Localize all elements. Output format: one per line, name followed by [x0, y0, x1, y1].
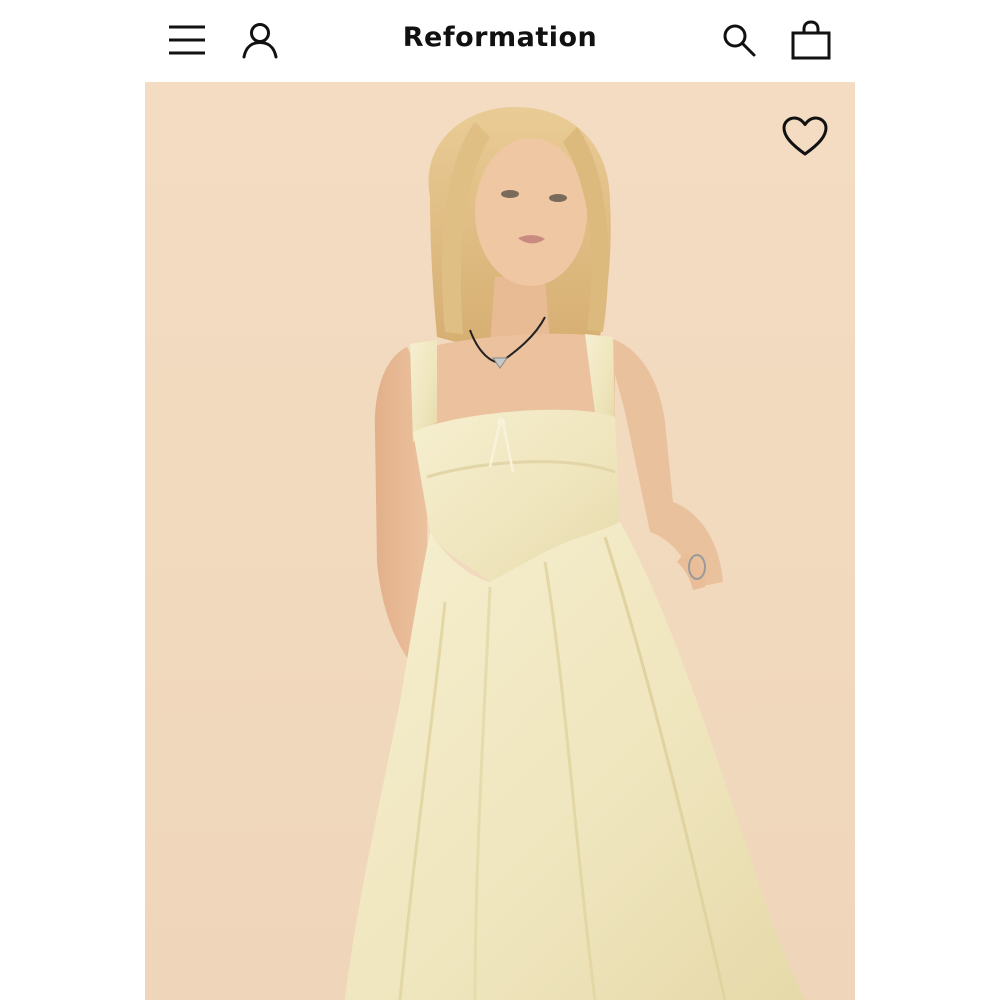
account-button[interactable]	[238, 18, 282, 62]
search-icon	[723, 24, 756, 57]
menu-button[interactable]	[165, 18, 209, 62]
user-icon	[242, 23, 278, 59]
shopping-bag-icon	[791, 20, 831, 60]
wishlist-button[interactable]	[775, 110, 835, 162]
shopping-bag-button[interactable]	[789, 18, 833, 62]
top-nav-bar: Reformation	[145, 0, 855, 80]
brand-logo[interactable]: Reformation	[403, 22, 598, 53]
heart-outline-icon	[782, 116, 828, 156]
search-button[interactable]	[717, 18, 761, 62]
product-page: Reformation	[0, 0, 1000, 1000]
product-image[interactable]	[145, 82, 855, 1000]
product-photo-illustration	[345, 107, 805, 1000]
hamburger-menu-icon	[169, 25, 205, 55]
